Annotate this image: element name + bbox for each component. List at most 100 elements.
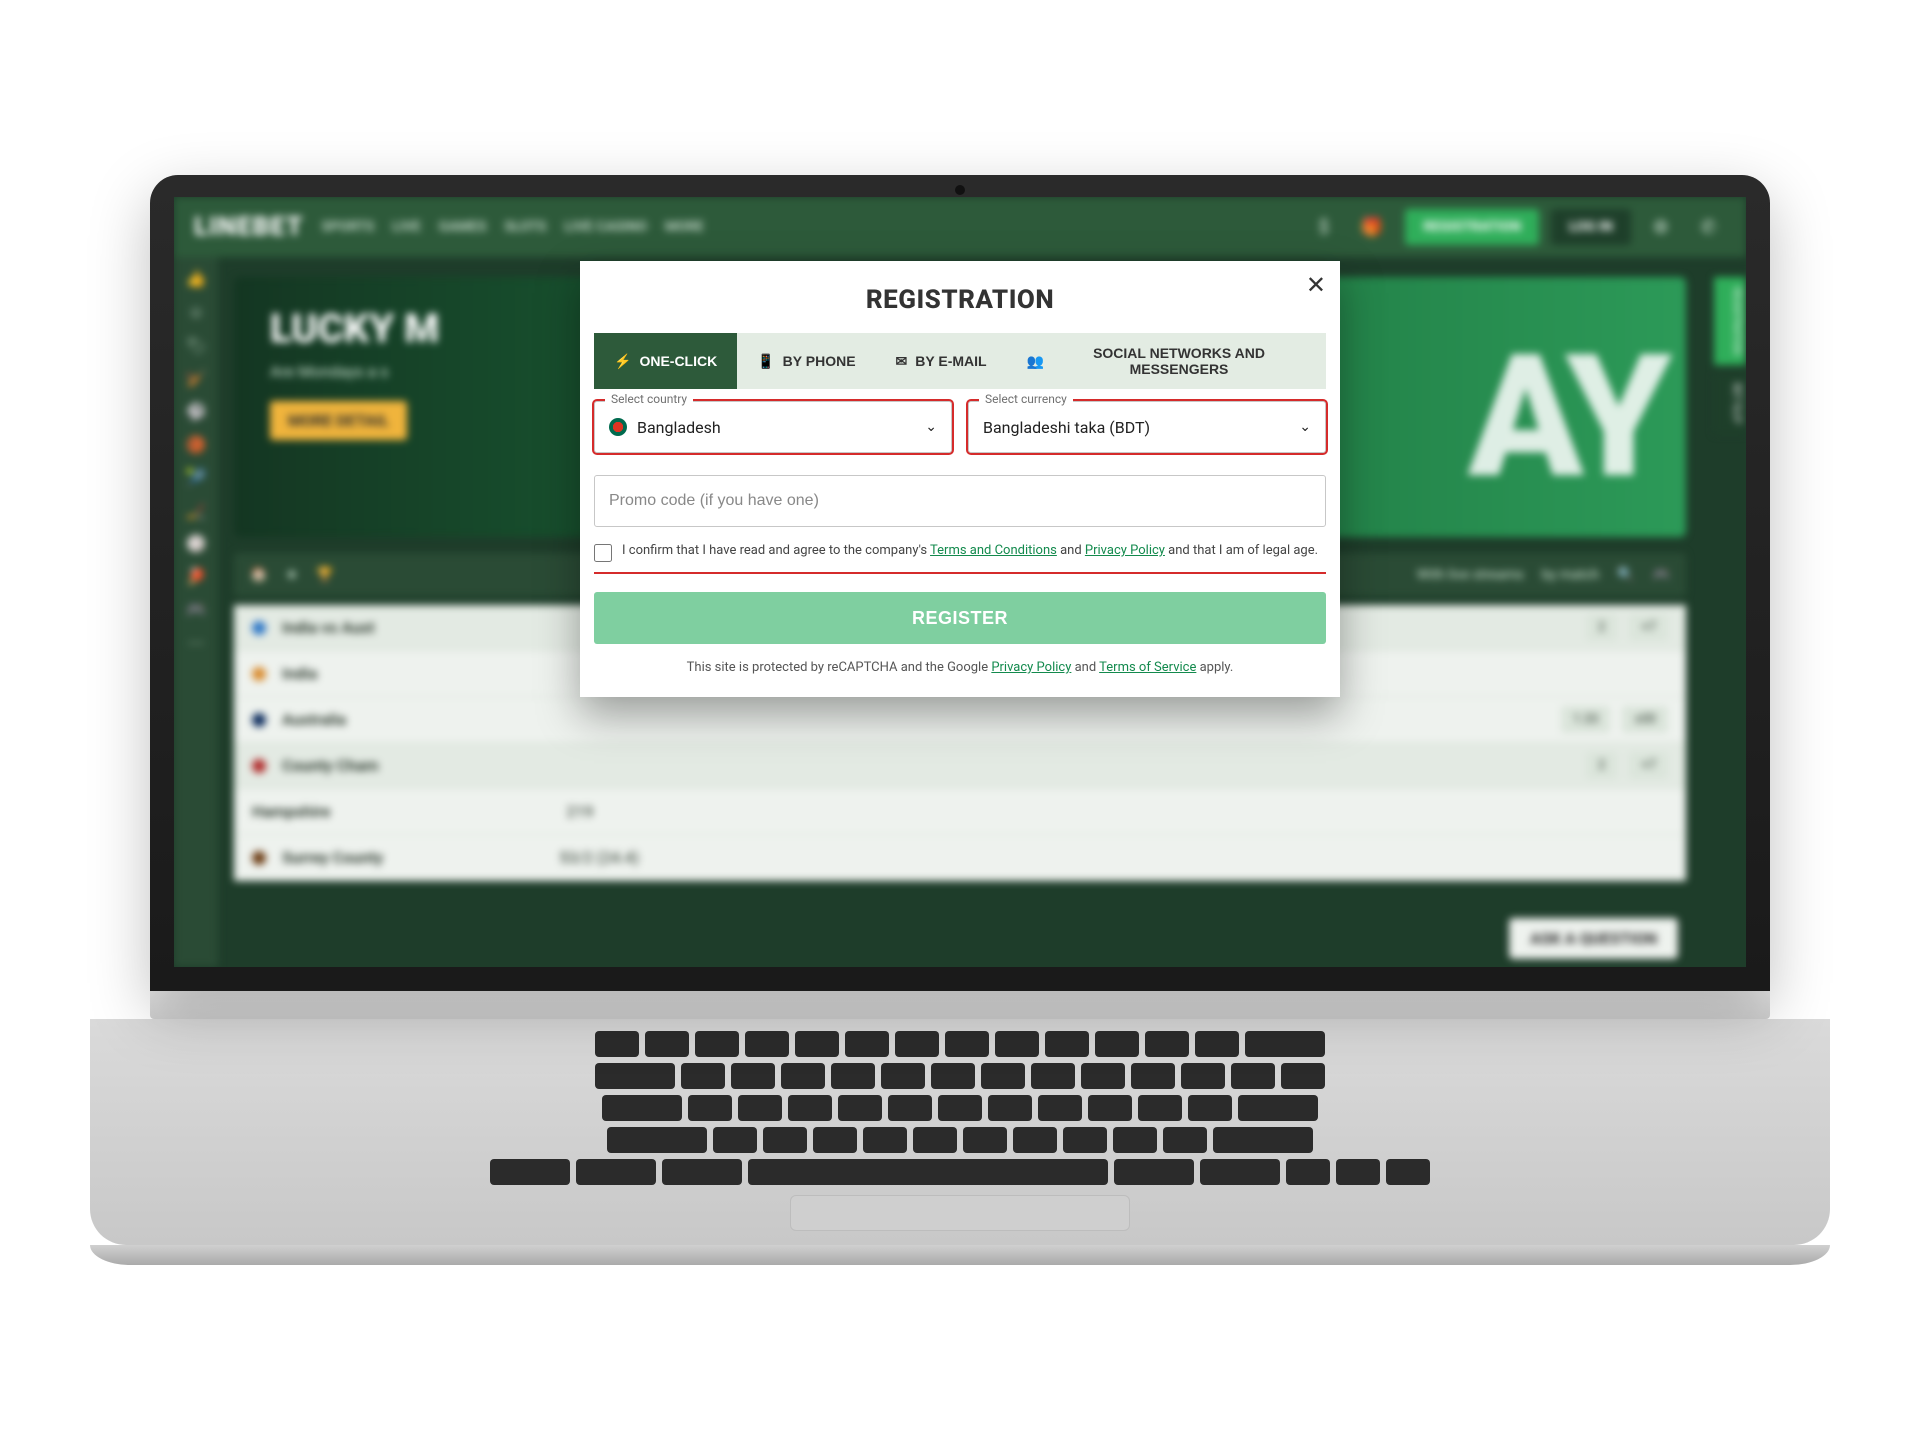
currency-value: Bangladeshi taka (BDT)	[983, 418, 1150, 437]
tab-label: BY PHONE	[783, 353, 856, 369]
phone-icon[interactable]: ✆	[1691, 211, 1726, 244]
country-label: Select country	[605, 392, 693, 406]
nav-more[interactable]: MORE	[665, 219, 704, 235]
promo-more-button[interactable]: MORE DETAIL	[270, 401, 407, 440]
registration-modal: ✕ REGISTRATION ⚡ ONE-CLICK 📱 BY PHONE ✉ …	[580, 261, 1340, 697]
team-name: Surrey County	[282, 848, 383, 867]
tab-by-phone[interactable]: 📱 BY PHONE	[737, 333, 875, 389]
nav-live[interactable]: LIVE	[392, 219, 421, 235]
esports-icon[interactable]: 🎮	[186, 600, 206, 619]
search-input-bg[interactable]: by match	[1542, 567, 1599, 583]
screen-viewport: LINEBET SPORTS LIVE GAMES SLOTS LIVE CAS…	[174, 197, 1746, 967]
tab-label: SOCIAL NETWORKS AND MESSENGERS	[1052, 345, 1306, 377]
score: 53/2 (24.4)	[559, 848, 639, 867]
soccer-icon[interactable]: ⚽	[186, 402, 206, 421]
email-icon: ✉	[896, 353, 908, 370]
currency-label: Select currency	[979, 392, 1073, 406]
right-rail: REGISTRATION BET SLIP	[1714, 277, 1746, 434]
team-name: Hampshire	[252, 802, 330, 821]
country-select[interactable]: Select country Bangladesh ⌄	[594, 401, 952, 453]
chip-plus[interactable]: +7	[1629, 752, 1668, 779]
consent-text: I confirm that I have read and agree to …	[622, 543, 1318, 558]
camera-icon	[955, 185, 965, 195]
home-icon[interactable]: 🏠	[250, 567, 267, 583]
topbar: LINEBET SPORTS LIVE GAMES SLOTS LIVE CAS…	[174, 197, 1746, 257]
consent-checkbox[interactable]	[594, 544, 612, 562]
table-tennis-icon[interactable]: 🏓	[186, 567, 206, 586]
team-name: India	[282, 664, 317, 683]
star-icon[interactable]: ★	[285, 567, 298, 583]
tab-by-email[interactable]: ✉ BY E-MAIL	[876, 333, 1007, 389]
gift-icon[interactable]: 🎁	[1351, 211, 1393, 244]
chevron-down-icon: ⌄	[925, 419, 937, 435]
consent-row: I confirm that I have read and agree to …	[594, 543, 1326, 574]
modal-title: REGISTRATION	[580, 261, 1340, 333]
team-name: Australia	[282, 710, 346, 729]
promo-code-input[interactable]	[594, 475, 1326, 527]
people-icon: 👥	[1027, 353, 1044, 370]
search-icon[interactable]: 🔍	[1617, 567, 1634, 583]
controller-icon[interactable]: 🎮	[1653, 567, 1670, 583]
right-tab-registration[interactable]: REGISTRATION	[1714, 277, 1746, 365]
chip-plus[interactable]: +7	[1629, 614, 1668, 641]
login-button[interactable]: LOG IN	[1551, 209, 1631, 245]
tab-social[interactable]: 👥 SOCIAL NETWORKS AND MESSENGERS	[1007, 333, 1326, 389]
flag-icon	[252, 621, 266, 635]
currency-icon[interactable]: $	[1309, 211, 1339, 244]
flag-icon	[252, 759, 266, 773]
laptop-mockup: LINEBET SPORTS LIVE GAMES SLOTS LIVE CAS…	[150, 175, 1770, 1265]
odds-chip[interactable]: 1.33	[1561, 706, 1610, 733]
thumb-icon[interactable]: 👍	[186, 269, 206, 288]
close-button[interactable]: ✕	[1306, 271, 1326, 300]
recaptcha-privacy-link[interactable]: Privacy Policy	[991, 660, 1071, 675]
list-item[interactable]: Australia 1.33 ±00	[234, 697, 1686, 743]
laptop-keyboard	[90, 1019, 1830, 1245]
registration-button[interactable]: REGISTRATION	[1405, 209, 1539, 245]
odds-chip[interactable]: ±00	[1622, 706, 1668, 733]
recaptcha-tos-link[interactable]: Terms of Service	[1099, 660, 1196, 675]
hockey-icon[interactable]: 🏒	[186, 501, 206, 520]
nav-sports[interactable]: SPORTS	[322, 219, 375, 235]
registration-tabs: ⚡ ONE-CLICK 📱 BY PHONE ✉ BY E-MAIL 👥 SOC…	[594, 333, 1326, 389]
right-tab-bet-slip[interactable]: BET SLIP	[1714, 373, 1746, 434]
privacy-link[interactable]: Privacy Policy	[1085, 543, 1165, 558]
tennis-icon[interactable]: 🎾	[186, 468, 206, 487]
list-item[interactable]: Hampshire 219	[234, 789, 1686, 835]
league-title: County Cham	[282, 756, 379, 775]
score: 219	[566, 802, 593, 821]
more-icon[interactable]: ⋯	[188, 633, 204, 652]
chip-2[interactable]: 2	[1586, 614, 1617, 641]
flag-icon	[252, 851, 266, 865]
terms-link[interactable]: Terms and Conditions	[930, 543, 1057, 558]
main-nav: SPORTS LIVE GAMES SLOTS LIVE CASINO MORE	[322, 219, 704, 235]
laptop-touchpad	[790, 1195, 1130, 1231]
laptop-hinge	[150, 991, 1770, 1019]
nav-live-casino[interactable]: LIVE CASINO	[564, 219, 647, 235]
nav-games[interactable]: GAMES	[439, 219, 487, 235]
settings-icon[interactable]: ⚙	[1643, 211, 1679, 244]
recaptcha-notice: This site is protected by reCAPTCHA and …	[594, 660, 1326, 675]
flag-icon	[252, 713, 266, 727]
laptop-screen-bezel: LINEBET SPORTS LIVE GAMES SLOTS LIVE CAS…	[150, 175, 1770, 991]
laptop-bottom-edge	[90, 1245, 1830, 1265]
cricket-icon[interactable]: 🏏	[186, 369, 206, 388]
volleyball-icon[interactable]: 🏐	[186, 534, 206, 553]
person-icon[interactable]: ☺	[188, 302, 204, 322]
tab-label: ONE-CLICK	[639, 353, 717, 369]
register-button[interactable]: REGISTER	[594, 592, 1326, 644]
trophy-icon[interactable]: 🏆	[316, 567, 333, 583]
phone-icon: 📱	[757, 353, 774, 370]
ask-question-button[interactable]: ASK A QUESTION	[1509, 918, 1678, 959]
currency-select[interactable]: Select currency Bangladeshi taka (BDT) ⌄	[968, 401, 1326, 453]
basketball-icon[interactable]: 🏀	[186, 435, 206, 454]
live-streams-toggle[interactable]: With live streams	[1417, 567, 1524, 583]
flag-icon	[609, 418, 627, 436]
tag-icon[interactable]: 🏷	[186, 336, 206, 355]
brand-logo[interactable]: LINEBET	[194, 212, 304, 242]
nav-slots[interactable]: SLOTS	[504, 219, 546, 235]
promo-bigword: AY	[1468, 317, 1666, 517]
chip-2[interactable]: 2	[1586, 752, 1617, 779]
tab-one-click[interactable]: ⚡ ONE-CLICK	[594, 333, 737, 389]
list-header[interactable]: County Cham 2 +7	[234, 743, 1686, 789]
list-item[interactable]: Surrey County 53/2 (24.4)	[234, 835, 1686, 881]
